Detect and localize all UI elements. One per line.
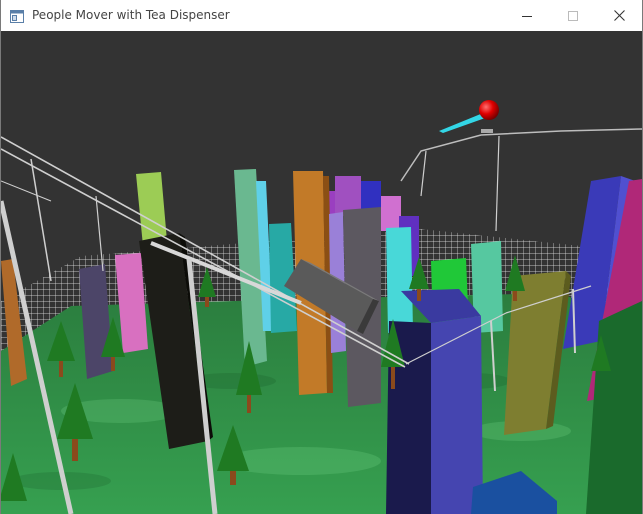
close-button[interactable]: [596, 0, 642, 31]
tea-dispenser-bracket: [481, 129, 493, 133]
app-window: People Mover with Tea Dispenser: [0, 0, 643, 514]
window-title: People Mover with Tea Dispenser: [32, 8, 230, 22]
marker-ball: [479, 100, 499, 120]
title-bar[interactable]: People Mover with Tea Dispenser: [1, 0, 642, 31]
maximize-icon: [568, 10, 578, 21]
maximize-button[interactable]: [550, 0, 596, 31]
close-icon: [613, 10, 625, 21]
minimize-icon: [522, 15, 532, 17]
scene-canvas: [1, 31, 642, 514]
app-window-icon: [10, 8, 24, 23]
3d-viewport[interactable]: [1, 31, 642, 514]
minimize-button[interactable]: [504, 0, 550, 31]
